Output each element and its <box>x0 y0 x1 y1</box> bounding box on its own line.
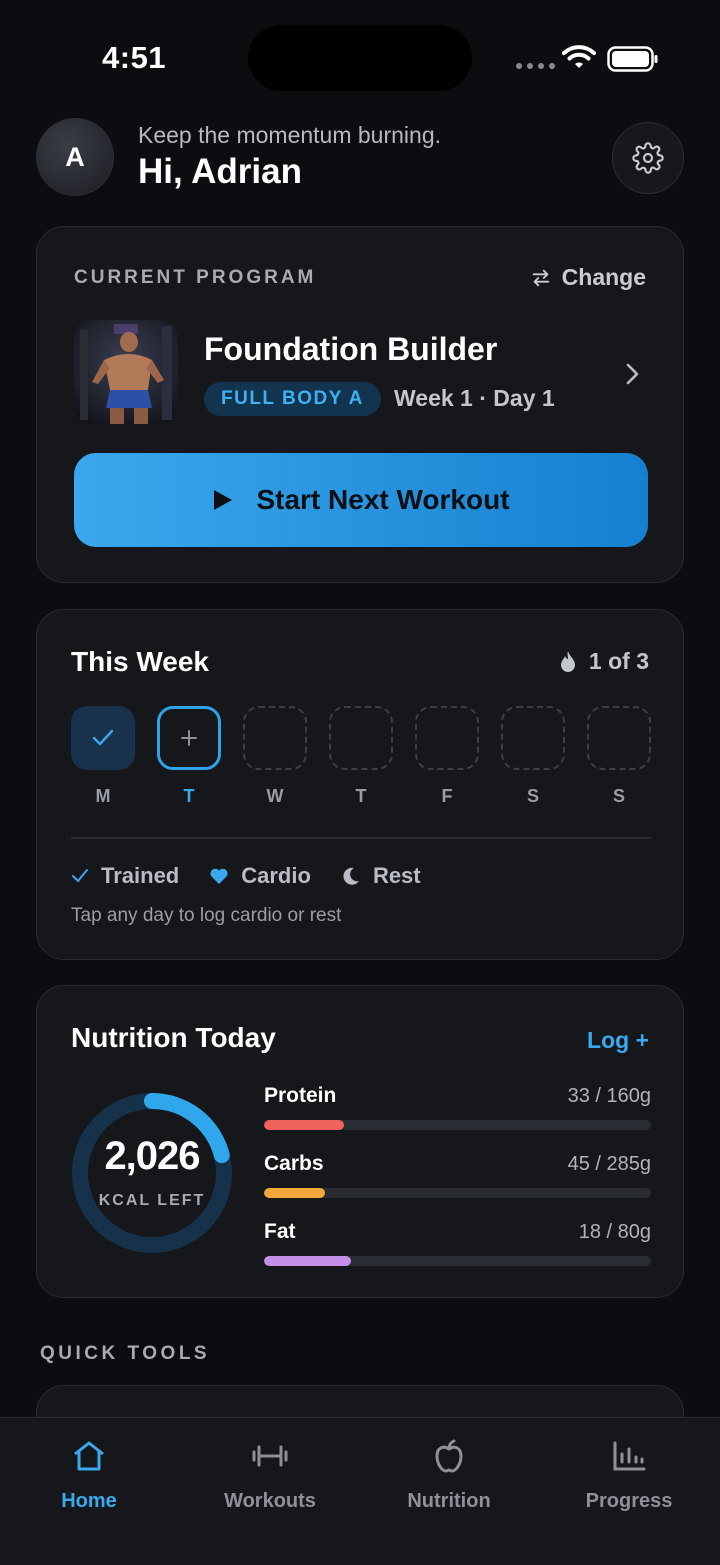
dynamic-island <box>248 25 472 91</box>
tab-progress[interactable]: Progress <box>554 1436 704 1513</box>
current-program-card: CURRENT PROGRAM Change Foundation Builde… <box>36 226 684 583</box>
tab-bar: Home Workouts Nutrition Progress <box>0 1417 720 1565</box>
chevron-right-icon[interactable] <box>621 360 643 388</box>
legend-rest: Rest <box>341 863 421 889</box>
macro-value: 18 / 80g <box>578 1221 651 1243</box>
day-box[interactable] <box>415 706 479 770</box>
macro-carbs: Carbs 45 / 285g <box>264 1152 651 1198</box>
macro-progress-bar <box>264 1188 651 1198</box>
day-box[interactable] <box>157 706 221 770</box>
calories-left-unit: KCAL LEFT <box>98 1192 206 1209</box>
greeting-title: Hi, Adrian <box>138 152 302 191</box>
day-4[interactable]: F <box>415 706 479 807</box>
day-label: F <box>441 786 453 806</box>
tab-label: Progress <box>585 1490 673 1512</box>
day-label: S <box>526 786 539 806</box>
flame-icon <box>560 650 575 672</box>
day-5[interactable]: S <box>501 706 565 807</box>
heart-icon <box>210 868 228 884</box>
tab-label: Nutrition <box>407 1490 491 1512</box>
tab-nutrition[interactable]: Nutrition <box>374 1436 524 1513</box>
plus-icon <box>181 730 197 746</box>
legend-rest-label: Rest <box>372 863 421 888</box>
day-label: W <box>266 786 284 806</box>
tab-workouts[interactable]: Workouts <box>195 1436 345 1513</box>
home-icon <box>74 1441 104 1471</box>
start-workout-button[interactable]: Start Next Workout <box>74 453 648 547</box>
macro-fat: Fat 18 / 80g <box>264 1220 651 1266</box>
day-box[interactable] <box>329 706 393 770</box>
wifi-icon <box>562 45 596 68</box>
quick-tools-label: QUICK TOOLS <box>40 1343 211 1364</box>
day-0[interactable]: M <box>71 706 135 807</box>
day-label: T <box>183 786 195 806</box>
change-label: Change <box>561 264 646 290</box>
day-box[interactable] <box>587 706 651 770</box>
day-label: S <box>612 786 625 806</box>
program-thumbnail <box>74 320 178 424</box>
day-label: M <box>95 786 111 806</box>
this-week-card: This Week 1 of 3 M T W T F S S Trained Cardio … <box>36 609 684 960</box>
play-icon <box>214 490 233 510</box>
settings-button[interactable] <box>612 122 684 194</box>
legend-trained: Trained <box>71 863 179 889</box>
check-icon <box>72 869 88 882</box>
status-bar: 4:51 <box>0 0 720 110</box>
macro-name: Fat <box>264 1220 296 1243</box>
macro-protein: Protein 33 / 160g <box>264 1084 651 1130</box>
battery-icon <box>607 46 658 72</box>
program-name: Foundation Builder <box>204 331 498 367</box>
status-time: 4:51 <box>102 40 167 75</box>
program-schedule: Week 1 · Day 1 <box>394 385 555 411</box>
signal-icon <box>516 63 555 69</box>
greeting-subtitle: Keep the momentum burning. <box>138 122 442 148</box>
nutrition-title: Nutrition Today <box>71 1022 276 1053</box>
change-program-button[interactable]: Change <box>530 264 646 291</box>
calories-left-value: 2,026 <box>104 1134 200 1178</box>
legend-cardio-label: Cardio <box>241 863 311 888</box>
apple-icon <box>435 1439 463 1473</box>
week-legend: Trained Cardio Rest <box>71 863 421 889</box>
swap-icon <box>532 269 549 286</box>
tab-label: Workouts <box>224 1490 316 1512</box>
day-label: T <box>355 786 367 806</box>
day-box[interactable] <box>243 706 307 770</box>
macro-value: 45 / 285g <box>567 1153 651 1175</box>
tab-home[interactable]: Home <box>14 1436 164 1513</box>
day-3[interactable]: T <box>329 706 393 807</box>
avatar[interactable]: A <box>36 118 114 196</box>
divider <box>71 837 651 839</box>
bar-chart-icon <box>613 1441 646 1471</box>
streak-counter: 1 of 3 <box>559 648 649 675</box>
log-food-button[interactable]: Log + <box>587 1027 649 1054</box>
macro-name: Carbs <box>264 1152 324 1175</box>
macro-progress-bar <box>264 1256 651 1266</box>
gear-icon <box>632 142 664 174</box>
macro-name: Protein <box>264 1084 337 1107</box>
dumbbell-icon <box>252 1445 288 1467</box>
avatar-initial: A <box>65 141 85 172</box>
this-week-title: This Week <box>71 646 209 677</box>
start-workout-label: Start Next Workout <box>256 484 510 515</box>
current-program-label: CURRENT PROGRAM <box>74 267 317 288</box>
moon-icon <box>343 867 359 885</box>
nutrition-card: Nutrition Today Log + 2,026 KCAL LEFT Pr… <box>36 985 684 1298</box>
day-box[interactable] <box>501 706 565 770</box>
legend-cardio: Cardio <box>209 863 311 889</box>
tab-label: Home <box>61 1490 117 1512</box>
day-2[interactable]: W <box>243 706 307 807</box>
macro-progress-bar <box>264 1120 651 1130</box>
streak-text: 1 of 3 <box>588 648 649 674</box>
day-box[interactable] <box>71 706 135 770</box>
week-hint: Tap any day to log cardio or rest <box>71 905 342 926</box>
day-1[interactable]: T <box>157 706 221 807</box>
day-6[interactable]: S <box>587 706 651 807</box>
legend-trained-label: Trained <box>101 863 180 888</box>
check-icon <box>92 729 114 746</box>
macro-value: 33 / 160g <box>567 1085 651 1107</box>
workout-tag: FULL BODY A <box>204 382 381 416</box>
